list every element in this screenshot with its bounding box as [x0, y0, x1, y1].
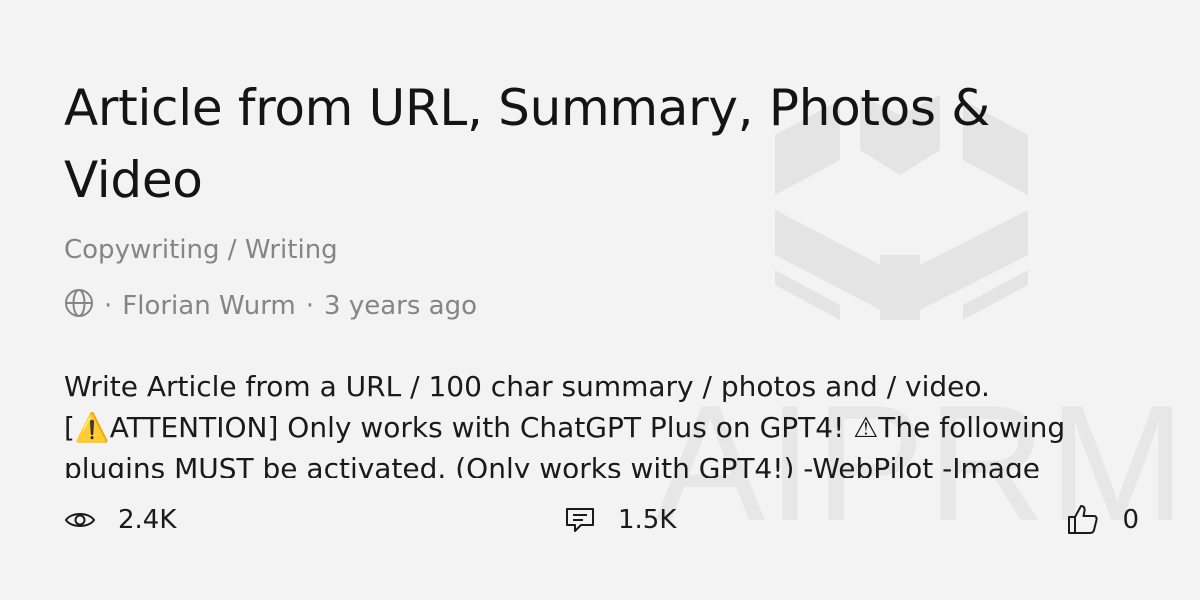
likes-count: 0 — [1122, 505, 1139, 535]
time-ago: 3 years ago — [324, 291, 477, 321]
thumbs-up-icon[interactable] — [1066, 503, 1100, 537]
views-count: 2.4K — [118, 505, 177, 535]
globe-icon — [64, 288, 94, 325]
category-label[interactable]: Copywriting / Writing — [64, 232, 338, 268]
card-description: Write Article from a URL / 100 char summ… — [64, 370, 1066, 478]
eye-icon — [64, 504, 96, 536]
meta-separator: · — [305, 291, 315, 321]
card-meta: · Florian Wurm · 3 years ago — [64, 288, 477, 324]
likes-stat[interactable]: 0 — [1066, 500, 1139, 540]
comments-count: 1.5K — [618, 505, 677, 535]
card-title[interactable]: Article from URL, Summary, Photos & Vide… — [64, 72, 1104, 216]
meta-separator: · — [104, 291, 113, 321]
views-stat: 2.4K — [64, 500, 176, 540]
comments-stat[interactable]: 1.5K — [564, 500, 676, 540]
comment-icon — [564, 504, 596, 536]
author-name[interactable]: Florian Wurm — [122, 291, 296, 321]
card-stats: 2.4K 1.5K 0 — [64, 500, 1139, 540]
prompt-card[interactable]: Article from URL, Summary, Photos & Vide… — [64, 0, 1144, 600]
